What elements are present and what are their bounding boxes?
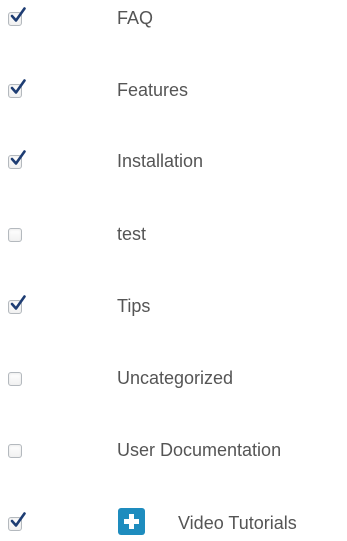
category-row-uncategorized[interactable]: Uncategorized [0, 366, 347, 396]
checkmark-icon [10, 79, 26, 94]
category-row-faq[interactable]: FAQ [0, 6, 347, 36]
category-checkbox-video-tutorials[interactable] [8, 512, 26, 531]
category-row-video-tutorials[interactable]: Video Tutorials [0, 508, 347, 541]
category-label: Tips [117, 296, 151, 316]
checkmark-icon [10, 295, 26, 310]
category-row-installation[interactable]: Installation [0, 149, 347, 179]
category-checkbox-installation[interactable] [8, 150, 26, 169]
checkmark-icon [10, 512, 26, 527]
category-checkbox-uncategorized[interactable] [8, 372, 22, 386]
category-checkbox-faq[interactable] [8, 7, 26, 26]
category-row-tips[interactable]: Tips [0, 294, 347, 324]
checkmark-icon [10, 150, 26, 165]
category-checkbox-tips[interactable] [8, 295, 26, 314]
category-label: FAQ [117, 8, 154, 28]
category-checkbox-user-documentation[interactable] [8, 444, 22, 458]
category-label: User Documentation [117, 440, 282, 460]
category-label: Features [117, 80, 189, 100]
checkmark-icon [10, 7, 26, 22]
category-checkbox-features[interactable] [8, 79, 26, 98]
category-label: Video Tutorials [178, 513, 297, 533]
add-subcategory-button[interactable] [118, 508, 145, 535]
category-label: Uncategorized [117, 368, 234, 388]
category-label: Installation [117, 151, 204, 171]
category-label: test [117, 224, 147, 244]
category-checkbox-test[interactable] [8, 228, 22, 242]
category-checklist: FAQ Features Installation test Tips Unca… [0, 0, 347, 539]
category-row-test[interactable]: test [0, 222, 347, 252]
plus-icon [124, 514, 139, 529]
category-row-user-documentation[interactable]: User Documentation [0, 438, 347, 468]
category-row-features[interactable]: Features [0, 78, 347, 108]
